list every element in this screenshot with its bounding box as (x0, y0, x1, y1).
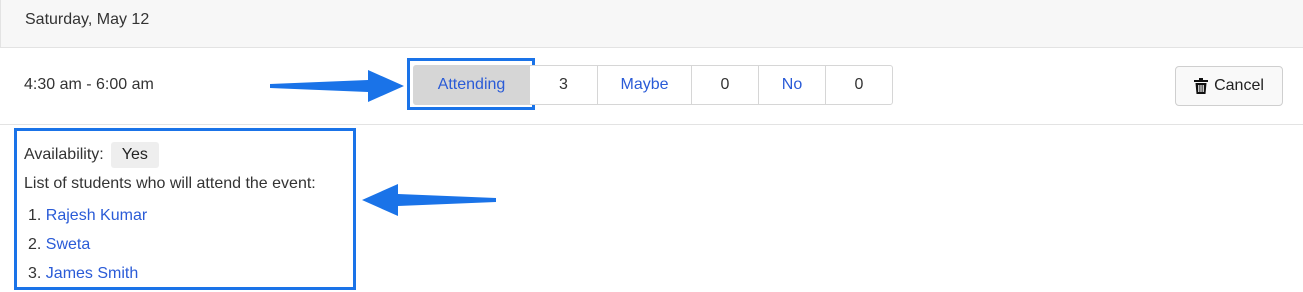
availability-row: Availability: Yes (24, 142, 159, 168)
date-header: Saturday, May 12 (0, 0, 1303, 48)
annotation-arrow-left-icon (362, 184, 496, 216)
student-list: 1. Rajesh Kumar 2. Sweta 3. James Smith (28, 205, 147, 292)
list-number: 1. (28, 207, 42, 224)
list-number: 2. (28, 236, 42, 253)
cancel-button[interactable]: Cancel (1175, 66, 1283, 106)
availability-label: Availability: (24, 146, 104, 163)
availability-badge: Yes (110, 142, 159, 168)
attending-button[interactable]: Attending (414, 66, 530, 104)
attending-count: 3 (530, 66, 598, 104)
list-item: 2. Sweta (28, 234, 147, 263)
list-item: 3. James Smith (28, 263, 147, 292)
rsvp-button-group: Attending 3 Maybe 0 No 0 (413, 65, 893, 105)
date-label: Saturday, May 12 (25, 11, 150, 28)
no-button[interactable]: No (759, 66, 826, 104)
students-list-title: List of students who will attend the eve… (24, 175, 316, 192)
maybe-button[interactable]: Maybe (598, 66, 692, 104)
no-count: 0 (854, 76, 864, 93)
student-link[interactable]: Sweta (46, 236, 90, 253)
trash-icon (1194, 78, 1209, 94)
time-range: 4:30 am - 6:00 am (24, 76, 154, 93)
student-link[interactable]: Rajesh Kumar (46, 207, 147, 224)
list-item: 1. Rajesh Kumar (28, 205, 147, 234)
cancel-label: Cancel (1214, 77, 1264, 94)
maybe-count: 0 (692, 66, 759, 104)
student-link[interactable]: James Smith (46, 265, 138, 282)
list-number: 3. (28, 265, 42, 282)
annotation-arrow-right-icon (270, 70, 404, 102)
